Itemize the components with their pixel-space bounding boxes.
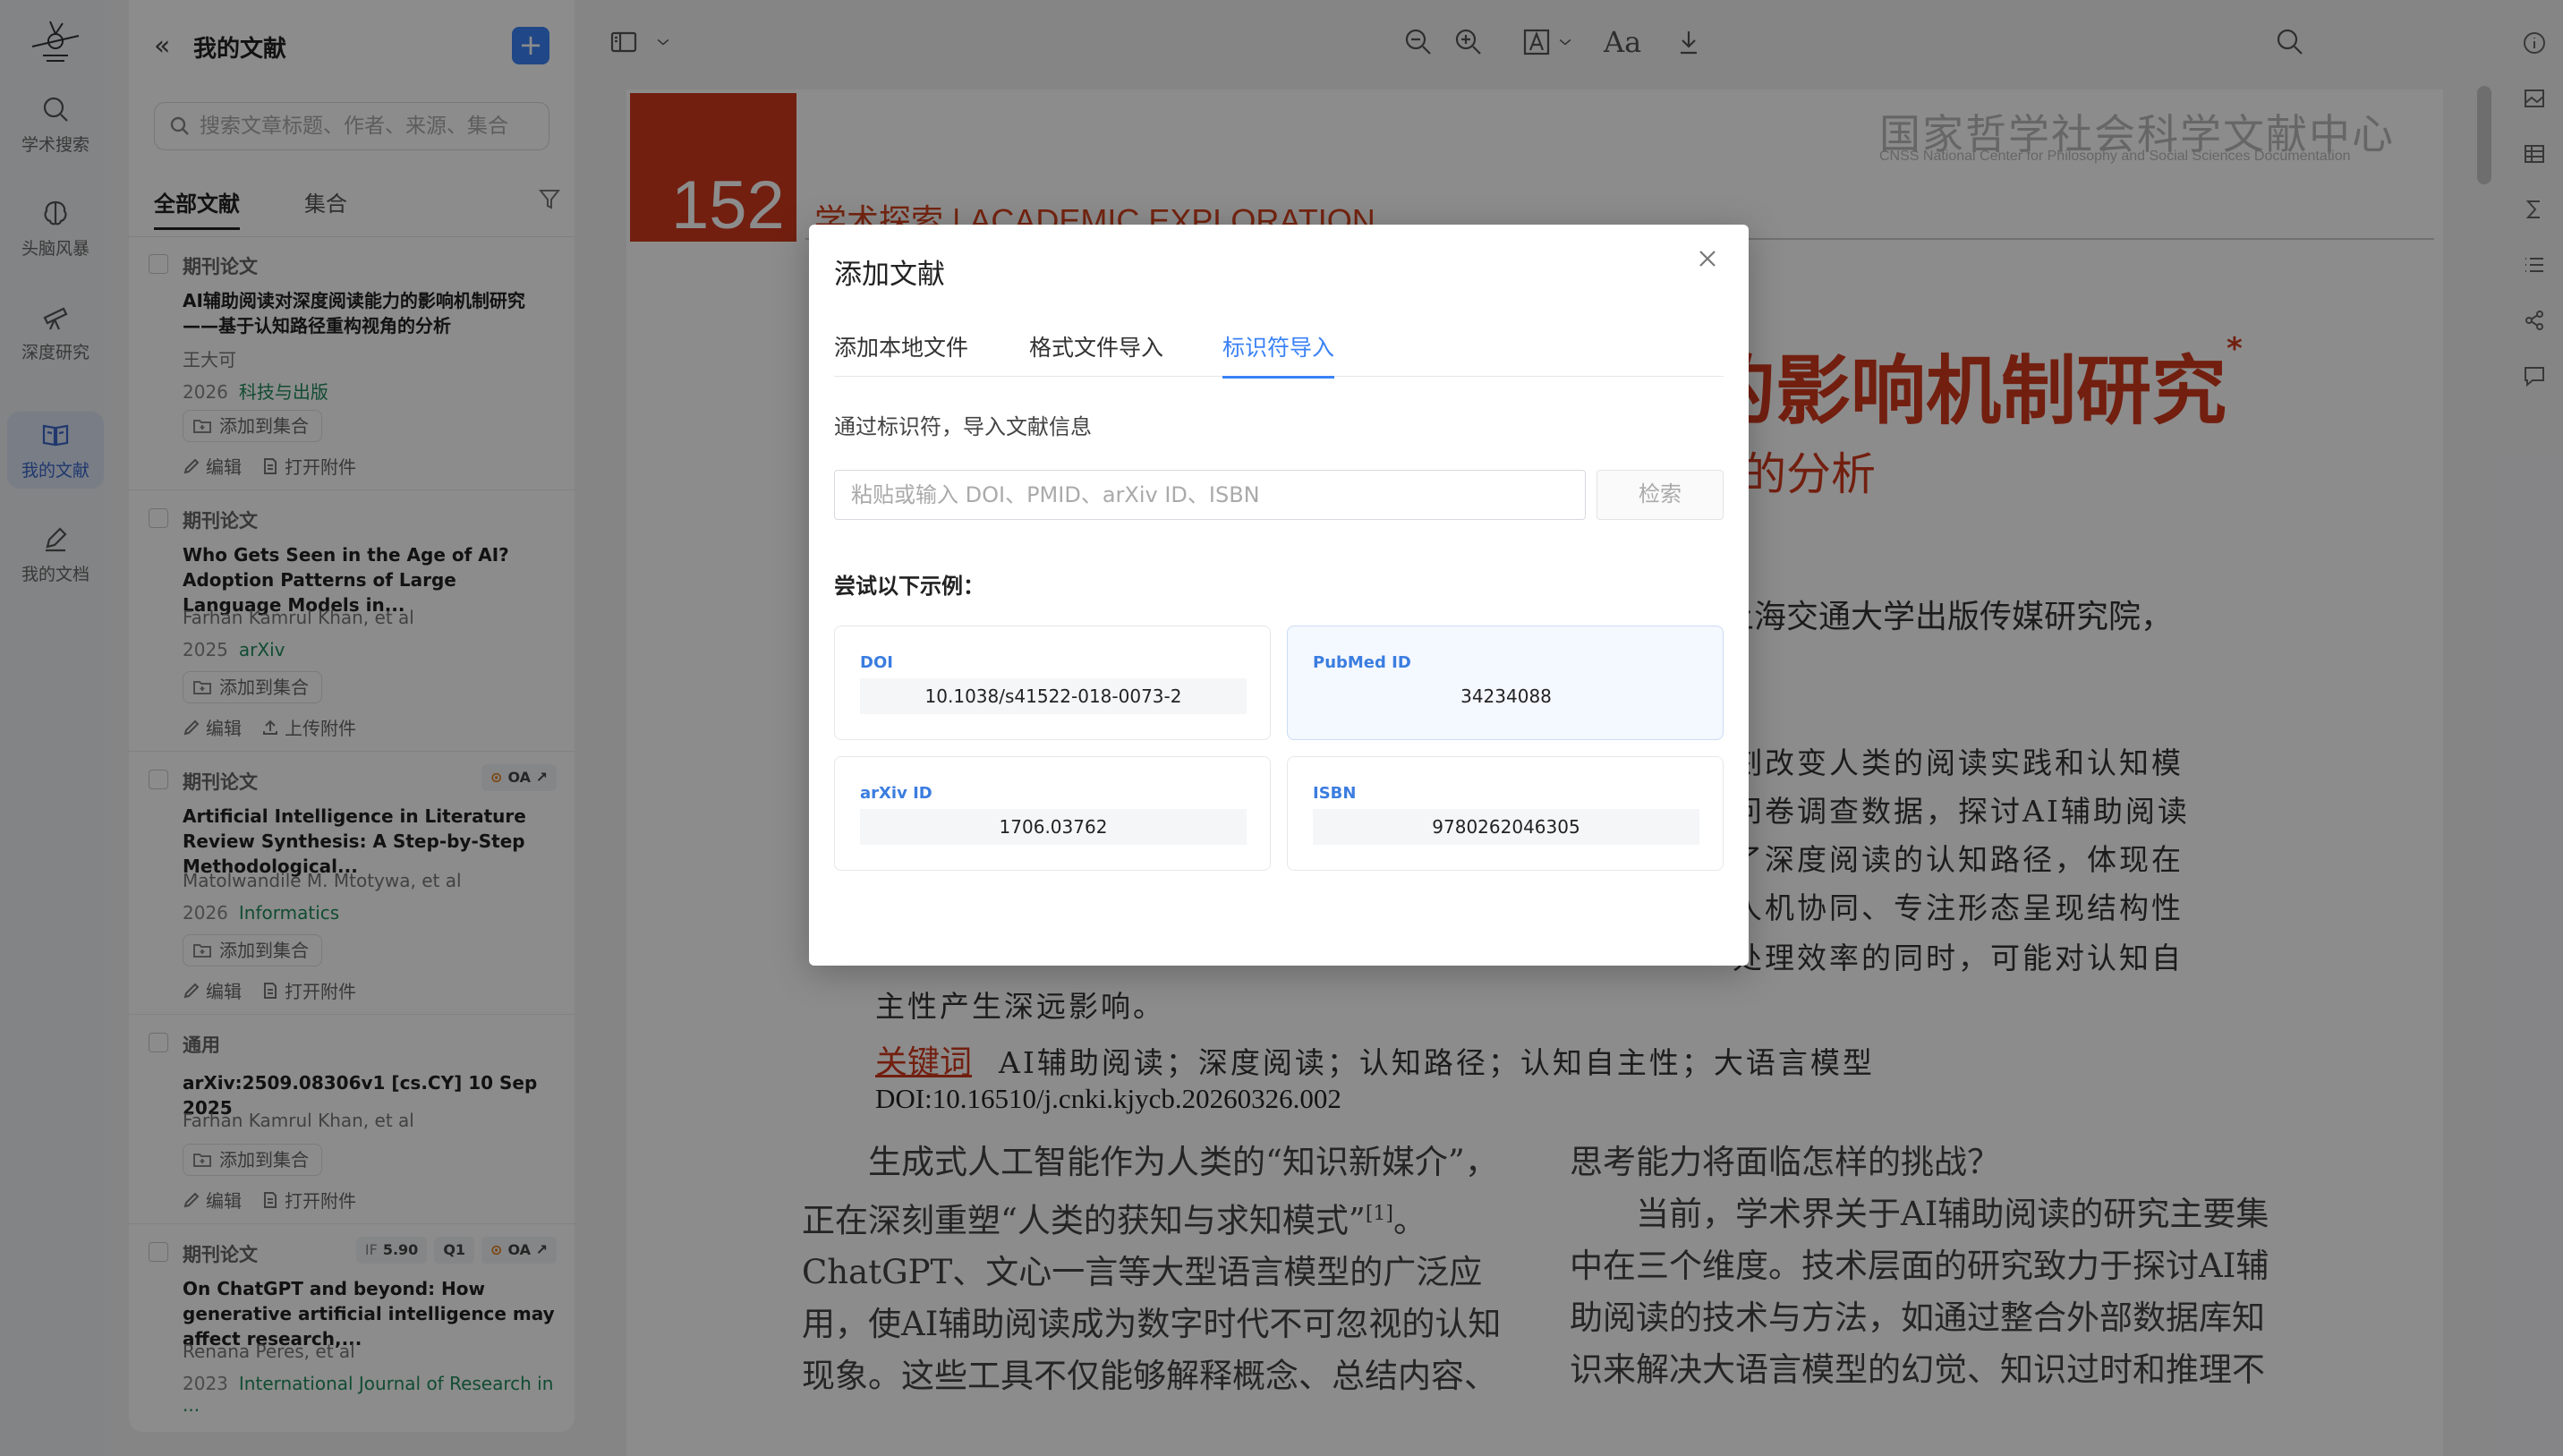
example-value: 34234088 [1460,685,1552,707]
example-label: PubMed ID [1313,653,1411,672]
retrieve-button[interactable]: 检索 [1597,470,1724,520]
tab-local-file[interactable]: 添加本地文件 [834,330,968,362]
add-document-dialog: 添加文献 添加本地文件 格式文件导入 标识符导入 通过标识符，导入文献信息 检索… [809,225,1749,966]
example-value: 10.1038/s41522-018-0073-2 [860,678,1247,714]
dialog-title: 添加文献 [834,259,945,291]
example-card-doi[interactable]: DOI 10.1038/s41522-018-0073-2 [834,626,1271,740]
example-label: DOI [860,653,893,672]
example-value: 9780262046305 [1313,809,1699,845]
dialog-description: 通过标识符，导入文献信息 [834,414,1092,439]
example-value: 1706.03762 [860,809,1247,845]
example-label: ISBN [1313,784,1357,803]
tab-format-file-import[interactable]: 格式文件导入 [1029,330,1163,362]
close-button[interactable] [1697,248,1724,275]
dialog-tabs: 添加本地文件 格式文件导入 标识符导入 [834,330,1724,379]
identifier-input[interactable] [834,470,1586,520]
example-card-isbn[interactable]: ISBN 9780262046305 [1287,756,1724,871]
examples-heading: 尝试以下示例： [834,574,984,599]
example-card-pubmed[interactable]: PubMed ID 34234088 [1287,626,1724,740]
tab-identifier-import[interactable]: 标识符导入 [1222,330,1335,379]
close-icon [1699,251,1716,267]
example-label: arXiv ID [860,784,932,803]
example-card-arxiv[interactable]: arXiv ID 1706.03762 [834,756,1271,871]
